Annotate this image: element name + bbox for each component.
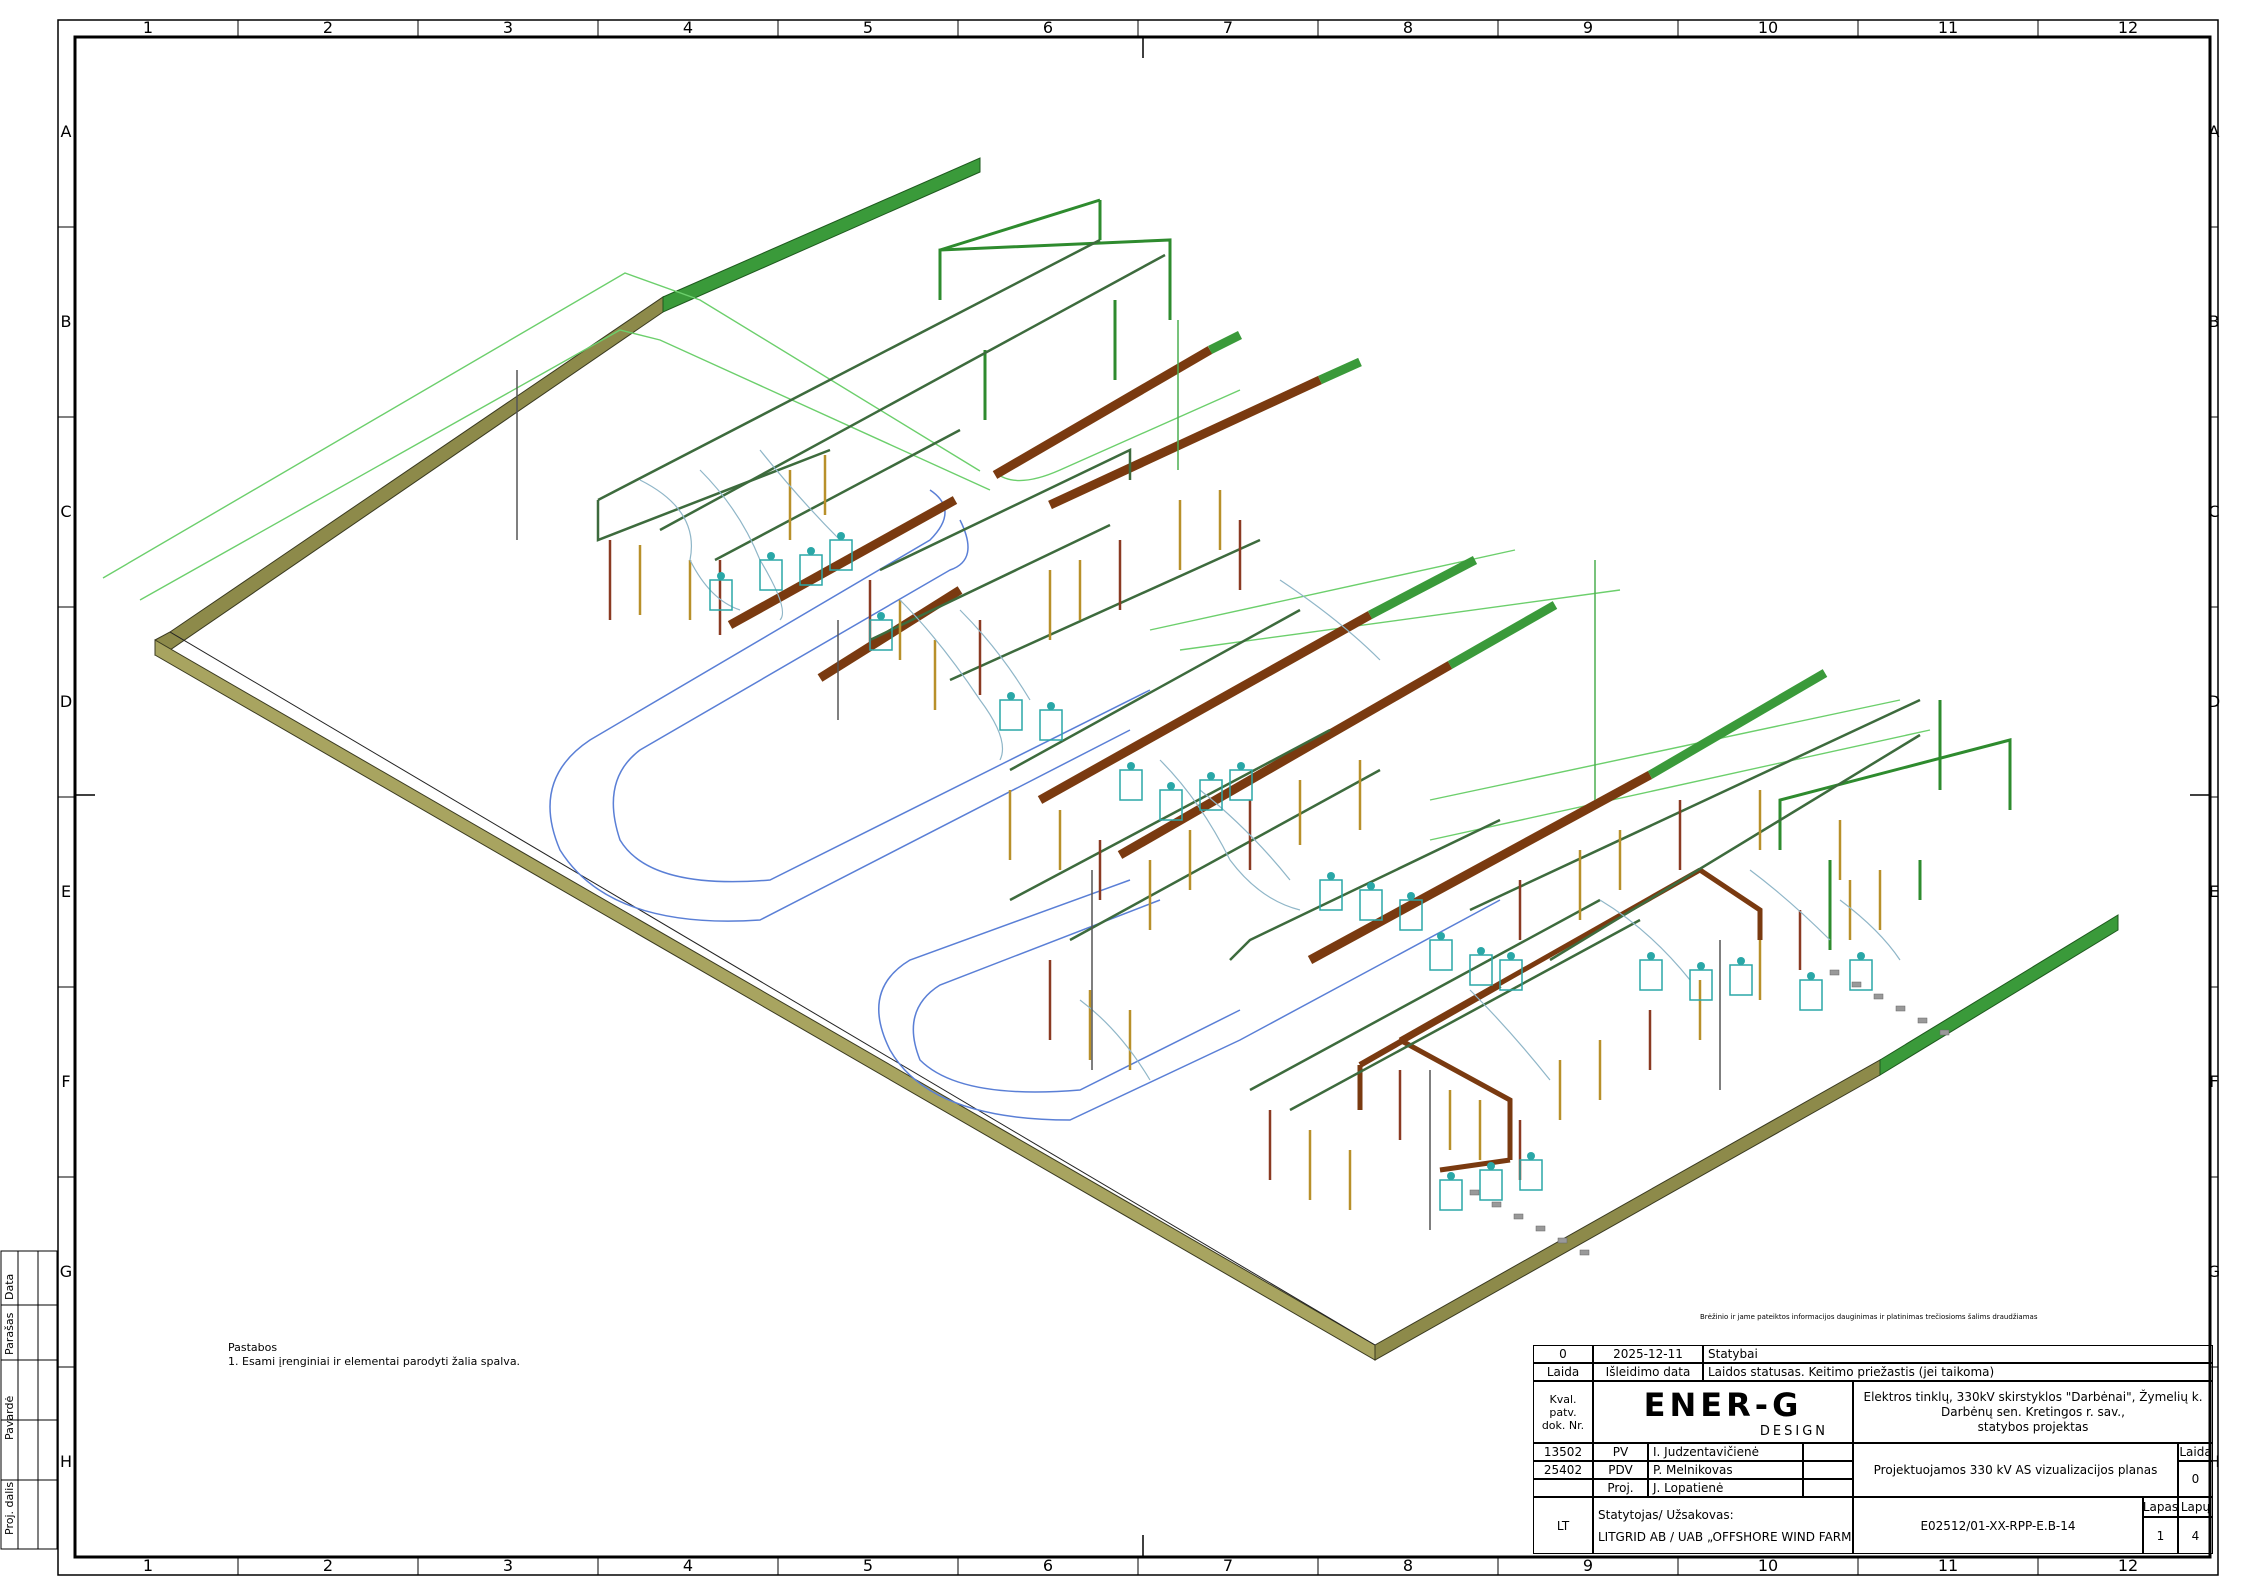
row-label: B — [61, 312, 72, 331]
column-labels-bottom: 1 2 3 4 5 6 7 8 9 10 11 12 — [143, 1556, 2138, 1575]
row-label: G — [60, 1262, 72, 1281]
column-label: 10 — [1758, 18, 1778, 37]
header-laida: Laida — [1533, 1363, 1593, 1381]
column-label: 9 — [1583, 18, 1593, 37]
column-label: 8 — [1403, 1556, 1413, 1575]
project-line-3: statybos projektas — [1977, 1419, 2089, 1434]
lapu-value: 4 — [2178, 1517, 2213, 1554]
column-label: 7 — [1223, 18, 1233, 37]
drawing-title: Projektuojamos 330 kV AS vizualizacijos … — [1853, 1443, 2178, 1497]
client-box: Statytojas/ Užsakovas: LITGRID AB / UAB … — [1593, 1497, 1853, 1554]
project-line-1: Elektros tinklų, 330kV skirstyklos "Darb… — [1863, 1389, 2203, 1404]
title-block: 0 2025-12-11 Statybai Laida Išleidimo da… — [1533, 1325, 2213, 1554]
existing-portals — [938, 198, 2012, 950]
column-label: 12 — [2118, 18, 2138, 37]
row-ticks — [58, 226, 2218, 1368]
column-label: 4 — [683, 18, 693, 37]
side-label-proj-dalis: Proj. dalis — [3, 1481, 16, 1535]
company-logo: ENER-G — [1643, 1385, 1803, 1424]
row-label: F — [2209, 1072, 2218, 1091]
column-label: 5 — [863, 18, 873, 37]
staff-role: Proj. — [1593, 1479, 1648, 1497]
busbars — [727, 330, 1828, 1173]
header-status: Laidos statusas. Keitimo priežastis (jei… — [1703, 1363, 2213, 1381]
row-label: H — [60, 1452, 72, 1471]
laida-value: 0 — [2178, 1461, 2213, 1497]
staff-signature — [1803, 1479, 1853, 1497]
notes-item: 1. Esami įrenginiai ir elementai parodyt… — [228, 1355, 521, 1368]
column-label: 3 — [503, 1556, 513, 1575]
site-fence — [154, 157, 2119, 1361]
side-label-parasas: Parašas — [3, 1312, 16, 1355]
staff-role: PDV — [1593, 1461, 1648, 1479]
row-label: A — [2209, 122, 2220, 141]
side-label-data: Data — [3, 1273, 16, 1300]
laida-label: Laida — [2178, 1443, 2213, 1461]
row-label: E — [2209, 882, 2219, 901]
staff-signature — [1803, 1461, 1853, 1479]
copyright-notice: Brėžinio ir jame pateiktos informacijos … — [1700, 1313, 2038, 1321]
staff-signature — [1803, 1443, 1853, 1461]
column-label: 9 — [1583, 1556, 1593, 1575]
column-label: 3 — [503, 18, 513, 37]
project-line-2: Darbėnų sen. Kretingos r. sav., — [1941, 1404, 2125, 1419]
company-logo-sub: DESIGN — [1759, 1423, 1828, 1439]
project-description: Elektros tinklų, 330kV skirstyklos "Darb… — [1853, 1381, 2213, 1443]
substation-isometric-view — [102, 157, 2119, 1361]
row-label: C — [60, 502, 71, 521]
row-label: F — [61, 1072, 70, 1091]
side-revision-strip: Data Parašas Pavardė Proj. dalis — [0, 1250, 58, 1550]
row-label: G — [2208, 1262, 2220, 1281]
staff-nr — [1533, 1479, 1593, 1497]
staff-name: I. Judzentavičienė — [1648, 1443, 1803, 1461]
column-label: 2 — [323, 18, 333, 37]
revision-laida: 0 — [1533, 1345, 1593, 1363]
column-label: 11 — [1938, 1556, 1958, 1575]
doc-number: E02512/01-XX-RPP-E.B-14 — [1853, 1497, 2143, 1554]
client-name: LITGRID AB / UAB „OFFSHORE WIND FARM 1" — [1598, 1529, 1853, 1544]
row-label: D — [60, 692, 72, 711]
column-label: 1 — [143, 18, 153, 37]
column-label: 7 — [1223, 1556, 1233, 1575]
column-labels-top: 1 2 3 4 5 6 7 8 9 10 11 12 — [143, 18, 2138, 37]
column-label: 5 — [863, 1556, 873, 1575]
client-label: Statytojas/ Užsakovas: — [1598, 1507, 1734, 1522]
notes-title: Pastabos — [228, 1341, 278, 1354]
logo-box: ENER-G DESIGN — [1593, 1381, 1853, 1443]
staff-nr: 25402 — [1533, 1461, 1593, 1479]
staff-name: J. Lopatienė — [1648, 1479, 1803, 1497]
revision-date: 2025-12-11 — [1593, 1345, 1703, 1363]
row-label: B — [2209, 312, 2220, 331]
lapas-value: 1 — [2143, 1517, 2178, 1554]
lapu-label: Lapų — [2178, 1497, 2213, 1517]
column-label: 6 — [1043, 18, 1053, 37]
column-label: 10 — [1758, 1556, 1778, 1575]
staff-role: PV — [1593, 1443, 1648, 1461]
row-label: D — [2208, 692, 2220, 711]
row-label: A — [61, 122, 72, 141]
column-label: 11 — [1938, 18, 1958, 37]
lapas-label: Lapas — [2143, 1497, 2178, 1517]
kval-label: Kval. patv. dok. Nr. — [1533, 1381, 1593, 1443]
country-code: LT — [1533, 1497, 1593, 1554]
revision-status: Statybai — [1703, 1345, 2213, 1363]
column-label: 4 — [683, 1556, 693, 1575]
staff-name: P. Melnikovas — [1648, 1461, 1803, 1479]
header-date: Išleidimo data — [1593, 1363, 1703, 1381]
notes-block: Pastabos 1. Esami įrenginiai ir elementa… — [228, 1341, 520, 1369]
row-label: C — [2208, 502, 2219, 521]
column-label: 8 — [1403, 18, 1413, 37]
row-label: E — [61, 882, 71, 901]
column-label: 12 — [2118, 1556, 2138, 1575]
column-label: 1 — [143, 1556, 153, 1575]
column-label: 2 — [323, 1556, 333, 1575]
column-label: 6 — [1043, 1556, 1053, 1575]
staff-nr: 13502 — [1533, 1443, 1593, 1461]
side-label-pavarde: Pavardė — [3, 1395, 16, 1440]
foundation-blocks — [1469, 969, 1950, 1256]
